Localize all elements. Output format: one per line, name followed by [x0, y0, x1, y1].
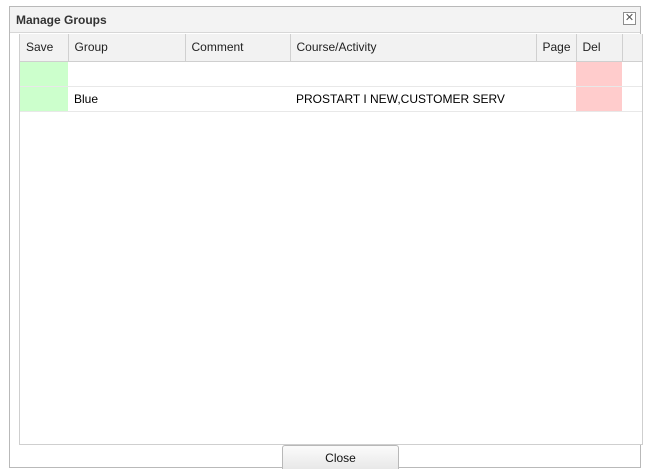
close-x-icon[interactable]: ✕	[623, 12, 636, 25]
comment-cell[interactable]	[185, 86, 290, 112]
save-cell[interactable]	[20, 61, 68, 87]
delete-cell[interactable]	[576, 86, 622, 112]
column-header-course-activity: Course/Activity	[290, 34, 537, 62]
group-cell[interactable]: Blue	[68, 86, 185, 112]
table-row: Blue PROSTART I NEW,CUSTOMER SERV	[20, 86, 642, 112]
column-header-save: Save	[20, 34, 69, 62]
manage-groups-dialog: Manage Groups ✕ Save Group Comment Cours…	[9, 6, 643, 469]
column-header-group: Group	[68, 34, 186, 62]
course-activity-cell[interactable]	[290, 61, 536, 87]
dialog-title: Manage Groups	[16, 13, 107, 27]
dialog-footer: Close	[19, 445, 643, 469]
row-spacer	[622, 86, 642, 112]
dialog-titlebar: Manage Groups ✕	[10, 7, 640, 33]
column-header-del: Del	[576, 34, 623, 62]
row-spacer	[622, 61, 642, 87]
groups-table: Save Group Comment Course/Activity Page …	[19, 34, 643, 445]
course-activity-cell[interactable]: PROSTART I NEW,CUSTOMER SERV	[290, 86, 536, 112]
comment-cell[interactable]	[185, 61, 290, 87]
save-cell[interactable]	[20, 86, 68, 112]
page-cell[interactable]	[536, 86, 576, 112]
column-header-comment: Comment	[185, 34, 291, 62]
group-cell[interactable]	[68, 61, 185, 87]
column-header-spacer	[622, 34, 642, 62]
delete-cell[interactable]	[576, 61, 622, 87]
table-header-row: Save Group Comment Course/Activity Page …	[20, 34, 642, 62]
table-row	[20, 61, 642, 87]
close-button[interactable]: Close	[282, 445, 399, 469]
page-cell[interactable]	[536, 61, 576, 87]
column-header-page: Page	[536, 34, 577, 62]
